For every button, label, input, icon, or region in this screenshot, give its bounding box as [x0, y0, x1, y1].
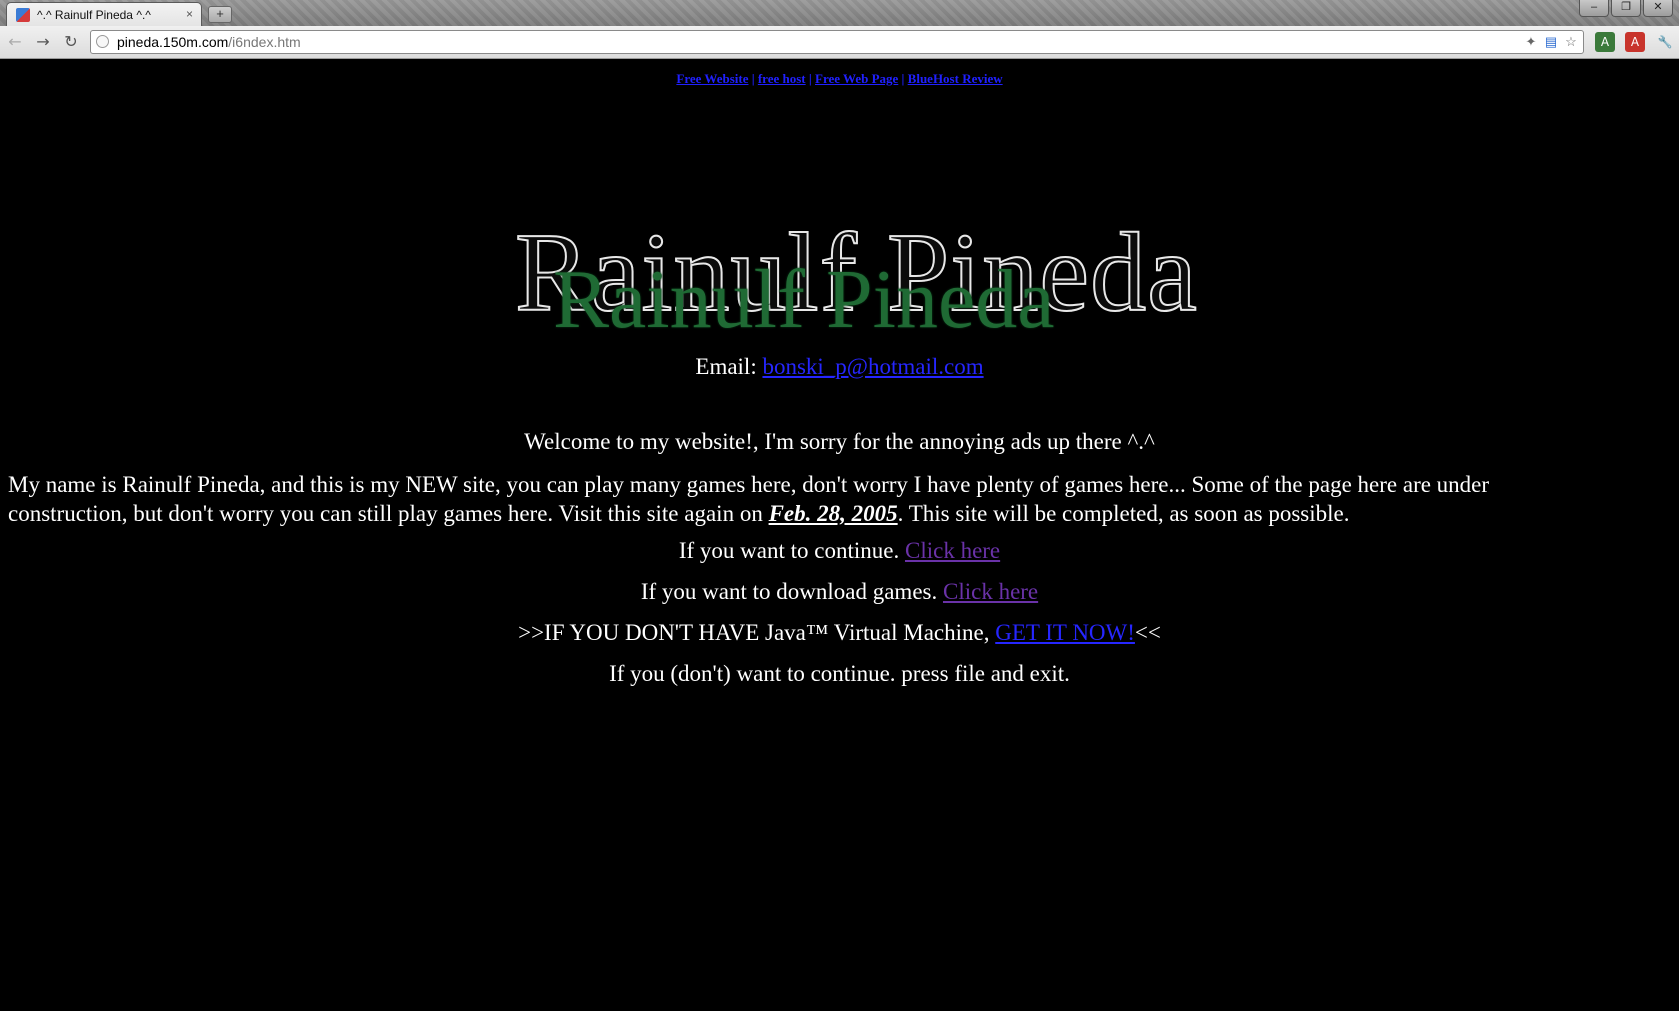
email-label: Email:: [695, 354, 763, 379]
download-games-link[interactable]: Click here: [943, 579, 1038, 604]
ad-links-bar: Free Website | free host | Free Web Page…: [676, 71, 1003, 86]
site-favicon-icon: [16, 8, 30, 22]
browser-toolbar: ← → ↻ pineda.150m.com/i6ndex.htm ✦ ▤ ☆ A…: [0, 26, 1679, 59]
tab-strip: ^.^ Rainulf Pineda ^.^ × + – ❐ ✕: [0, 0, 1679, 26]
email-link[interactable]: bonski_p@hotmail.com: [762, 354, 983, 379]
translate-extension-icon[interactable]: A: [1595, 32, 1615, 52]
omnibox-icons: ✦ ▤ ☆: [1523, 34, 1579, 50]
java-line: >>IF YOU DON'T HAVE Java™ Virtual Machin…: [518, 620, 1161, 645]
forward-arrow-icon[interactable]: →: [32, 31, 54, 53]
adobe-extension-icon[interactable]: A: [1625, 32, 1645, 52]
extension-icons: A A 🔧: [1595, 32, 1675, 52]
browser-tab[interactable]: ^.^ Rainulf Pineda ^.^ ×: [6, 2, 202, 26]
new-tab-button[interactable]: +: [208, 6, 232, 23]
close-window-button[interactable]: ✕: [1643, 0, 1673, 17]
reload-icon[interactable]: ↻: [60, 31, 82, 53]
continue-link[interactable]: Click here: [905, 538, 1000, 563]
wrench-icon[interactable]: 🔧: [1655, 32, 1675, 52]
back-arrow-icon[interactable]: ←: [4, 31, 26, 53]
exit-line: If you (don't) want to continue. press f…: [609, 661, 1070, 686]
restore-button[interactable]: ❐: [1611, 0, 1641, 17]
minimize-button[interactable]: –: [1579, 0, 1609, 17]
logo-text-green: Rainulf Pineda: [553, 253, 1055, 346]
tab-close-icon[interactable]: ×: [186, 7, 193, 21]
tab-title: ^.^ Rainulf Pineda ^.^: [37, 8, 151, 22]
window-controls: – ❐ ✕: [1579, 0, 1673, 17]
intro-paragraph: My name is Rainulf Pineda, and this is m…: [8, 472, 1490, 526]
ad-link-free-web-page[interactable]: Free Web Page: [815, 71, 898, 86]
get-java-link[interactable]: GET IT NOW!: [995, 620, 1135, 645]
download-line: If you want to download games. Click her…: [640, 579, 1039, 604]
address-bar[interactable]: pineda.150m.com/i6ndex.htm ✦ ▤ ☆: [90, 30, 1584, 54]
ad-link-free-host[interactable]: free host: [758, 71, 806, 86]
page-viewport: Free Website | free host | Free Web Page…: [0, 59, 1679, 1011]
ad-link-free-website[interactable]: Free Website: [676, 71, 748, 86]
url-text[interactable]: pineda.150m.com/i6ndex.htm: [117, 34, 301, 50]
email-line: Email: bonski_p@hotmail.com: [0, 354, 1679, 380]
continue-line: If you want to continue. Click here: [678, 538, 1001, 563]
page-info-icon[interactable]: [96, 35, 109, 48]
bookmark-star-icon[interactable]: ☆: [1563, 34, 1579, 50]
completion-date: Feb. 28, 2005: [768, 501, 898, 526]
welcome-text: Welcome to my website!, I'm sorry for th…: [524, 429, 1155, 454]
extension-puzzle-icon[interactable]: ✦: [1523, 34, 1539, 50]
ad-link-bluehost-review[interactable]: BlueHost Review: [908, 71, 1003, 86]
translate-icon[interactable]: ▤: [1543, 34, 1559, 50]
